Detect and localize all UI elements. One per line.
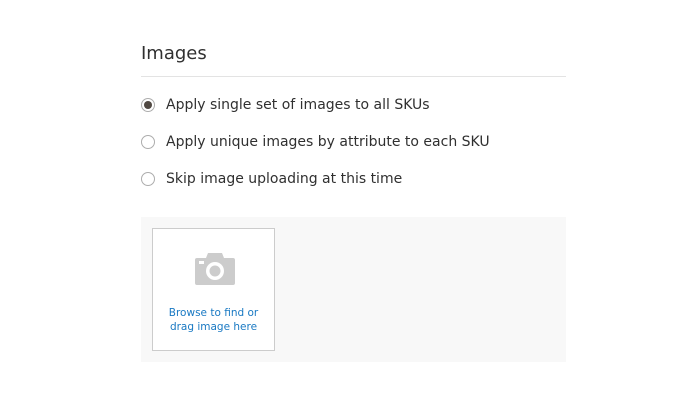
- radio-selected-dot: [144, 101, 152, 109]
- browse-text-line-2[interactable]: drag image here: [157, 320, 270, 334]
- browse-text-line-1[interactable]: Browse to find or: [157, 306, 270, 320]
- image-upload-area: Browse to find or drag image here: [141, 217, 566, 362]
- section-divider: [141, 76, 566, 77]
- section-title: Images: [141, 43, 207, 64]
- radio-apply-single-set[interactable]: [141, 98, 155, 112]
- browse-text[interactable]: Browse to find or drag image here: [157, 306, 270, 334]
- image-dropzone[interactable]: Browse to find or drag image here: [152, 228, 275, 351]
- option-label-apply-single-set[interactable]: Apply single set of images to all SKUs: [166, 95, 430, 115]
- radio-skip-image-uploading[interactable]: [141, 172, 155, 186]
- option-label-skip-image-uploading[interactable]: Skip image uploading at this time: [166, 169, 402, 189]
- option-label-apply-unique-images[interactable]: Apply unique images by attribute to each…: [166, 132, 490, 152]
- camera-icon: [195, 253, 235, 285]
- option-apply-single-set[interactable]: Apply single set of images to all SKUs: [141, 95, 430, 115]
- option-apply-unique-images[interactable]: Apply unique images by attribute to each…: [141, 132, 490, 152]
- option-skip-image-uploading[interactable]: Skip image uploading at this time: [141, 169, 402, 189]
- radio-apply-unique-images[interactable]: [141, 135, 155, 149]
